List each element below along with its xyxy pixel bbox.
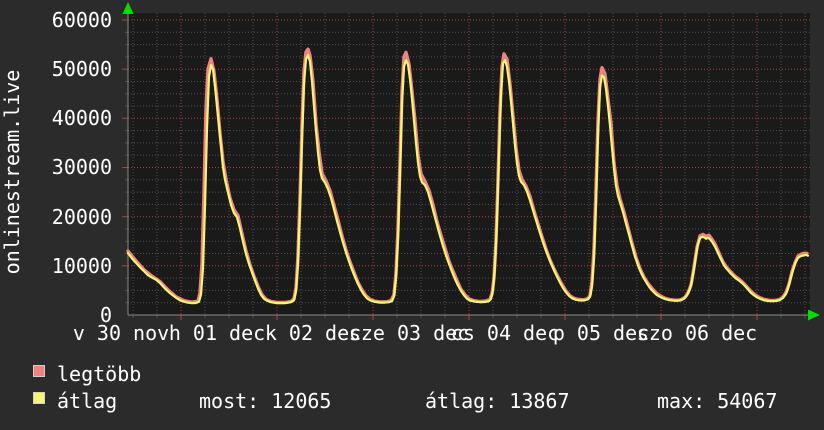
legend-label-max: legtöbb bbox=[57, 362, 142, 386]
rrd-graph-screen: onlinestream.live 0 10000 20000 30000 40… bbox=[0, 0, 824, 430]
legend-swatch-max bbox=[33, 365, 45, 377]
y-tick-label-60000: 60000 bbox=[51, 8, 112, 32]
y-tick-label-30000: 30000 bbox=[51, 155, 112, 179]
y-tick-label-50000: 50000 bbox=[51, 57, 112, 81]
y-tick-label-40000: 40000 bbox=[51, 106, 112, 130]
legend-swatch-avg bbox=[33, 392, 45, 404]
legend-label-avg: átlag bbox=[57, 389, 118, 413]
stat-current: most: 12065 bbox=[199, 389, 332, 413]
x-axis-arrow-icon bbox=[808, 309, 820, 321]
y-tick-label-20000: 20000 bbox=[51, 205, 112, 229]
stat-max: max: 54067 bbox=[657, 389, 778, 413]
stat-average: átlag: 13867 bbox=[425, 389, 570, 413]
y-axis-arrow-icon bbox=[122, 2, 134, 14]
y-tick-label-10000: 10000 bbox=[51, 254, 112, 278]
x-tick-label-sat-dec06: szo 06 dec bbox=[636, 321, 758, 345]
